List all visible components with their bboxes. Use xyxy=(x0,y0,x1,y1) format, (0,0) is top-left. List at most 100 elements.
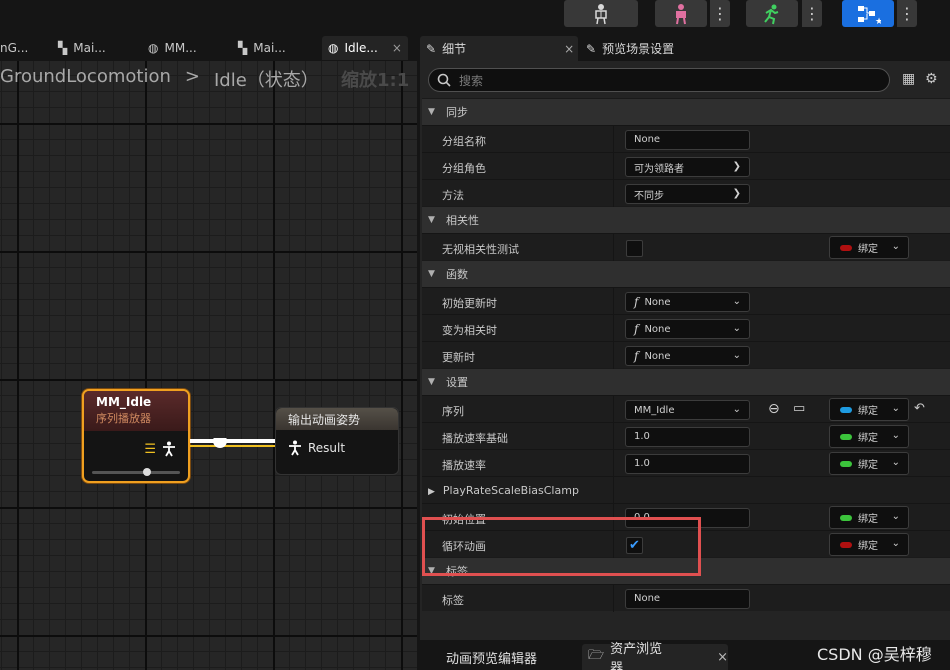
table-view-icon[interactable]: ▦ xyxy=(902,71,915,87)
use-selected-asset-icon[interactable]: ⊖ xyxy=(768,401,780,417)
chevron-down-icon: ⌄ xyxy=(732,296,741,307)
category-settings[interactable]: ▼ 设置 xyxy=(422,368,950,395)
property-row: 序列 MM_Idle ⌄ ⊖ ▭ 绑定 ⌄ ↶ xyxy=(422,395,950,423)
close-tab-icon[interactable]: × xyxy=(717,650,728,665)
property-row: 更新时 f None ⌄ xyxy=(422,341,950,369)
asset-browser-icon: 🗁 xyxy=(588,648,605,663)
chevron-down-icon: ▼ xyxy=(428,215,435,225)
search-icon xyxy=(437,73,451,87)
property-row: 变为相关时 f None ⌄ xyxy=(422,314,950,342)
tab-ground[interactable]: nG... xyxy=(0,36,34,60)
state-icon: ◍ xyxy=(148,41,159,55)
category-relevancy[interactable]: ▼ 相关性 xyxy=(422,206,950,233)
pin-color-dot xyxy=(840,460,852,467)
tab-anim-preview-editor[interactable]: 动画预览编辑器 xyxy=(440,644,537,670)
pin-color-dot xyxy=(840,406,852,413)
chevron-down-icon: ⌄ xyxy=(891,241,900,252)
breadcrumb-current: Idle（状态） xyxy=(213,70,319,91)
search-placeholder: 搜索 xyxy=(459,73,484,88)
property-row: 初始更新时 f None ⌄ xyxy=(422,287,950,315)
bind-dropdown[interactable]: 绑定 ⌄ xyxy=(829,236,909,259)
close-tab-icon[interactable]: × xyxy=(564,42,574,56)
chevron-down-icon: ▼ xyxy=(428,377,435,387)
skeleton-icon xyxy=(595,3,607,24)
pencil-icon: ✎ xyxy=(586,41,597,56)
pin-color-dot xyxy=(840,541,852,548)
tab-main-1[interactable]: ▚ Mai... xyxy=(52,36,132,60)
sequence-asset-dropdown[interactable]: MM_Idle ⌄ xyxy=(625,400,750,420)
chevron-down-icon: ▼ xyxy=(428,107,435,117)
property-row: 播放速率基础 1.0 绑定 ⌄ xyxy=(422,422,950,450)
tab-asset-browser[interactable]: 🗁 资产浏览器 × xyxy=(582,642,728,670)
method-dropdown[interactable]: 不同步 ❯ xyxy=(625,184,750,204)
blueprint-options-dots[interactable]: ⋮ xyxy=(897,0,917,27)
ignore-relevancy-checkbox[interactable] xyxy=(626,240,643,257)
search-input[interactable]: 搜索 xyxy=(428,68,890,92)
property-row: 分组名称 None xyxy=(422,125,950,153)
chevron-down-icon: ▼ xyxy=(428,269,435,279)
category-sync[interactable]: ▼ 同步 xyxy=(422,98,950,125)
mesh-icon xyxy=(676,3,686,24)
mesh-mode-button[interactable] xyxy=(655,0,707,27)
tab-mm[interactable]: ◍ MM... xyxy=(142,36,222,60)
chevron-down-icon: ⌄ xyxy=(891,430,900,441)
close-tab-icon[interactable]: × xyxy=(392,41,402,55)
bind-dropdown[interactable]: 绑定 ⌄ xyxy=(829,452,909,475)
pin-color-dot xyxy=(840,244,852,251)
chevron-down-icon: ⌄ xyxy=(891,511,900,522)
anim-graph-canvas[interactable]: GroundLocomotion > Idle（状态） 缩放1:1 MM_Idl… xyxy=(0,61,417,670)
animation-options-dots[interactable]: ⋮ xyxy=(802,0,822,27)
top-toolbar: ⋮ ⋮ ★ ⋮ xyxy=(0,0,950,34)
chevron-down-icon: ⌄ xyxy=(891,457,900,468)
tag-field[interactable]: None xyxy=(625,589,750,609)
bind-dropdown[interactable]: 绑定 ⌄ xyxy=(829,425,909,448)
zoom-label: 缩放1:1 xyxy=(341,70,410,91)
blueprint-mode-button[interactable]: ★ xyxy=(842,0,894,27)
pose-wire xyxy=(190,438,280,448)
become-relevant-function-dropdown[interactable]: f None ⌄ xyxy=(625,319,750,339)
output-pose-node[interactable]: 输出动画姿势 Result xyxy=(275,407,399,475)
list-icon: ☰ xyxy=(144,441,156,457)
mesh-options-dots[interactable]: ⋮ xyxy=(710,0,730,27)
play-rate-field[interactable]: 1.0 xyxy=(625,454,750,474)
browse-asset-icon[interactable]: ▭ xyxy=(793,401,805,416)
reset-to-default-icon[interactable]: ↶ xyxy=(914,401,925,416)
skeleton-mode-button[interactable] xyxy=(564,0,638,27)
chevron-down-icon: ⌄ xyxy=(891,403,900,414)
bind-dropdown[interactable]: 绑定 ⌄ xyxy=(829,506,909,529)
tab-preview-settings[interactable]: ✎ 预览场景设置 xyxy=(580,36,720,61)
pose-pin-icon[interactable] xyxy=(162,441,176,457)
breadcrumb: GroundLocomotion > Idle（状态） xyxy=(0,66,319,92)
watermark: CSDN @吴梓穆 xyxy=(817,645,932,664)
gear-icon[interactable]: ⚙ xyxy=(925,71,938,87)
initial-update-function-dropdown[interactable]: f None ⌄ xyxy=(625,292,750,312)
property-row: 方法 不同步 ❯ xyxy=(422,179,950,207)
breadcrumb-root[interactable]: GroundLocomotion xyxy=(0,66,171,92)
animation-mode-button[interactable] xyxy=(746,0,798,27)
tab-main-2[interactable]: ▚ Mai... xyxy=(232,36,312,60)
state-machine-icon: ▚ xyxy=(238,41,248,55)
update-function-dropdown[interactable]: f None ⌄ xyxy=(625,346,750,366)
function-icon: f xyxy=(634,349,639,363)
bind-dropdown[interactable]: 绑定 ⌄ xyxy=(829,533,909,556)
chevron-down-icon: ⌄ xyxy=(732,404,741,415)
pose-pin-icon[interactable] xyxy=(288,440,302,456)
property-row: 无视相关性测试 绑定 ⌄ xyxy=(422,233,950,261)
play-rate-basis-field[interactable]: 1.0 xyxy=(625,427,750,447)
bind-dropdown[interactable]: 绑定 ⌄ xyxy=(829,398,909,421)
category-functions[interactable]: ▼ 函数 xyxy=(422,260,950,287)
blueprint-icon: ★ xyxy=(858,5,881,25)
play-position-slider[interactable] xyxy=(92,468,180,476)
property-row: 分组角色 可为领路者 ❯ xyxy=(422,152,950,180)
node-subtitle: 序列播放器 xyxy=(96,412,151,425)
group-name-field[interactable]: None xyxy=(625,130,750,150)
slider-knob[interactable] xyxy=(143,468,151,476)
sequence-player-node[interactable]: MM_Idle 序列播放器 ☰ xyxy=(82,389,190,483)
tab-idle[interactable]: ◍ Idle... × xyxy=(322,36,408,60)
node-title: 输出动画姿势 xyxy=(276,408,398,430)
tab-details[interactable]: ✎ 细节 × xyxy=(420,36,578,61)
group-role-dropdown[interactable]: 可为领路者 ❯ xyxy=(625,157,750,177)
chevron-right-icon: ▶ xyxy=(428,487,435,497)
property-row: 播放速率 1.0 绑定 ⌄ xyxy=(422,449,950,477)
property-row[interactable]: ▶ PlayRateScaleBiasClamp xyxy=(422,476,950,504)
